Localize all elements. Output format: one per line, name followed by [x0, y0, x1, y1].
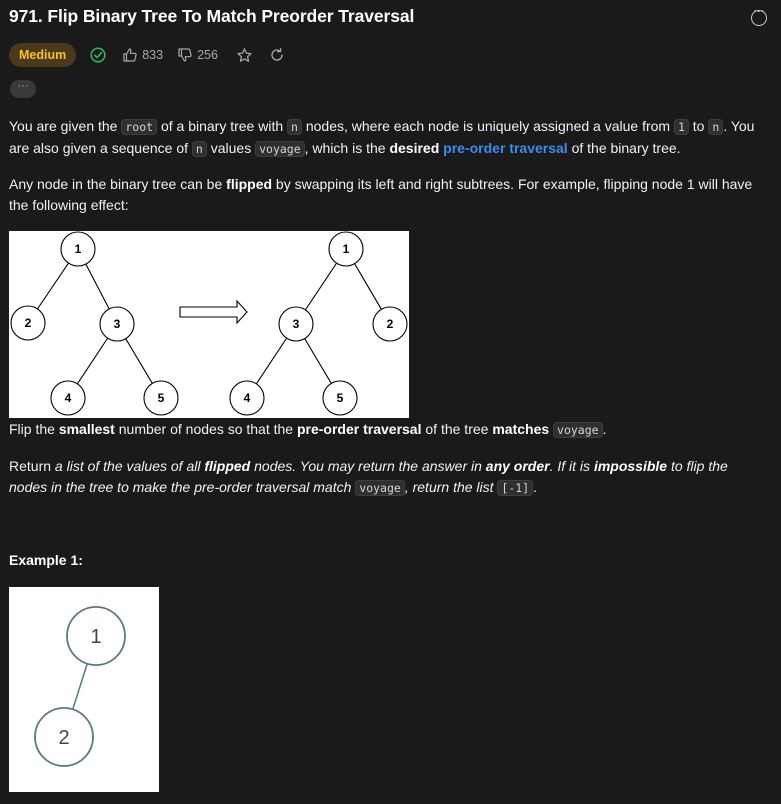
inline-code: voyage [553, 422, 603, 438]
text-segment: Flip the [9, 421, 59, 437]
text-segment: of the tree [421, 421, 493, 437]
after-left-left-node: 4 [244, 391, 251, 405]
solved-check-icon [90, 47, 106, 63]
text-segment: number of nodes so that the [114, 421, 297, 437]
description-paragraph-3: Flip the smallest number of nodes so tha… [9, 419, 769, 441]
text-segment: , which is the [304, 139, 390, 156]
share-button[interactable] [269, 47, 285, 63]
text-segment: Return [9, 458, 55, 474]
dislike-count: 256 [197, 48, 218, 62]
bold-text: flipped [226, 176, 273, 192]
inline-code: [-1] [497, 479, 534, 496]
flip-example-figure: 1 2 3 4 5 1 3 2 4 5 [9, 231, 409, 418]
italic-text: , return the list [404, 478, 498, 495]
problem-title: 971. Flip Binary Tree To Match Preorder … [9, 6, 415, 26]
italic-text: a list of the values of all [54, 458, 205, 474]
text-segment: of a binary tree with [157, 118, 288, 134]
before-right-node: 3 [114, 317, 121, 331]
like-button[interactable]: 833 [122, 47, 163, 63]
text-segment: nodes, where each node is uniquely assig… [301, 118, 674, 134]
inline-code: n [191, 140, 207, 157]
bold-text: smallest [58, 421, 115, 437]
difficulty-badge: Medium [9, 43, 77, 67]
description-paragraph-2: Any node in the binary tree can be flipp… [9, 174, 769, 215]
text-segment: Any node in the binary tree can be [9, 176, 227, 192]
bold-italic-text: any order [485, 458, 550, 474]
before-root-node: 1 [75, 242, 82, 256]
star-icon [237, 47, 252, 62]
description-paragraph-1: You are given the root of a binary tree … [9, 116, 769, 159]
refresh-icon [271, 47, 283, 61]
favorite-button[interactable] [236, 47, 253, 64]
after-root-node: 1 [343, 242, 350, 256]
inline-code: n [708, 119, 724, 135]
flip-arrow-icon [179, 299, 248, 325]
text-segment: . [602, 421, 607, 437]
bold-text: matches [492, 421, 550, 437]
after-right-node: 2 [387, 317, 394, 331]
inline-code: voyage [355, 479, 405, 496]
before-right-left-node: 4 [65, 391, 72, 405]
problem-meta-row: Medium 833 256 [9, 42, 285, 68]
after-left-right-node: 5 [337, 391, 344, 405]
bold-text: desired [389, 139, 440, 156]
description-paragraph-4: Return a list of the values of all flipp… [9, 456, 769, 498]
more-options-icon[interactable] [751, 6, 767, 26]
thumbs-up-icon [123, 48, 137, 62]
after-left-node: 3 [293, 317, 300, 331]
bold-italic-text: flipped [204, 458, 251, 474]
example-1-title: Example 1: [9, 552, 83, 568]
inline-code: n [287, 119, 302, 135]
inline-code: 1 [673, 119, 689, 135]
pre-order-traversal-link[interactable]: pre-order traversal [443, 140, 568, 156]
thumbs-down-icon [178, 48, 192, 62]
text-segment: values [206, 139, 256, 156]
text-segment: You are given the [9, 118, 122, 134]
bold-italic-text: impossible [593, 458, 668, 474]
example-1-root-node: 1 [90, 626, 101, 648]
italic-text: . If it is [549, 458, 594, 474]
example-1-figure: 1 2 [9, 587, 159, 792]
italic-text: nodes. You may return the answer in [250, 458, 486, 474]
example-1-left-node: 2 [58, 727, 69, 749]
before-left-node: 2 [25, 316, 32, 330]
inline-code: root [121, 119, 158, 135]
text-segment: . [533, 478, 538, 495]
before-right-right-node: 5 [158, 391, 165, 405]
more-tags-button[interactable]: ··· [10, 80, 36, 98]
text-segment: to [688, 118, 709, 134]
like-count: 833 [142, 48, 164, 62]
bold-text: pre-order traversal [296, 421, 422, 437]
inline-code: voyage [255, 140, 305, 157]
dislike-button[interactable]: 256 [177, 47, 218, 63]
text-segment: of the binary tree. [567, 139, 681, 156]
